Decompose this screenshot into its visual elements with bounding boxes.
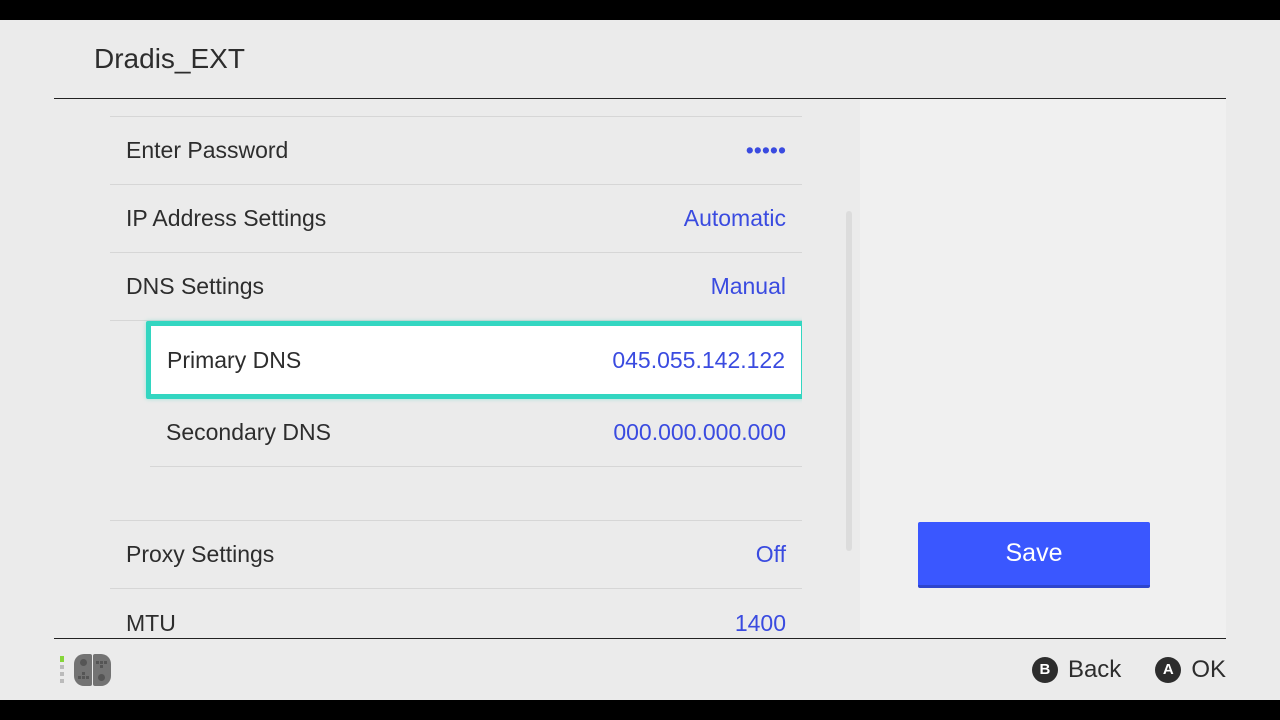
row-value: Manual xyxy=(711,273,786,300)
player-led-icon xyxy=(60,656,64,683)
save-button[interactable]: Save xyxy=(918,522,1150,588)
b-button-icon: B xyxy=(1032,657,1058,683)
footer-hints: B Back A OK xyxy=(1032,656,1226,684)
row-primary-dns[interactable]: Primary DNS 045.055.142.122 xyxy=(146,321,802,399)
row-dns-settings[interactable]: DNS Settings Manual xyxy=(110,253,802,321)
screen: Dradis_EXT Security WPA2-PSK (AES) Enter… xyxy=(0,20,1280,700)
page-title: Dradis_EXT xyxy=(94,43,245,75)
a-button-icon: A xyxy=(1155,657,1181,683)
controller-status xyxy=(60,654,111,686)
row-security[interactable]: Security WPA2-PSK (AES) xyxy=(110,99,802,117)
row-ip-address-settings[interactable]: IP Address Settings Automatic xyxy=(110,185,802,253)
settings-list[interactable]: Security WPA2-PSK (AES) Enter Password •… xyxy=(110,99,802,638)
row-value: 045.055.142.122 xyxy=(612,347,785,374)
settings-list-inner: Security WPA2-PSK (AES) Enter Password •… xyxy=(110,99,802,638)
row-proxy-settings[interactable]: Proxy Settings Off xyxy=(110,521,802,589)
hint-ok: A OK xyxy=(1155,656,1226,684)
side-pane: Save xyxy=(860,99,1226,638)
row-mtu[interactable]: MTU 1400 xyxy=(110,589,802,638)
row-label: Enter Password xyxy=(126,137,288,164)
footer: B Back A OK xyxy=(0,639,1280,700)
hint-back: B Back xyxy=(1032,656,1121,684)
row-value: Off xyxy=(756,541,786,568)
hint-label: Back xyxy=(1068,656,1121,684)
row-value: 1400 xyxy=(735,610,786,637)
row-value: 000.000.000.000 xyxy=(613,419,786,446)
main-area: Security WPA2-PSK (AES) Enter Password •… xyxy=(0,99,1280,638)
hint-label: OK xyxy=(1191,656,1226,684)
row-label: DNS Settings xyxy=(126,273,264,300)
console-bezel: Dradis_EXT Security WPA2-PSK (AES) Enter… xyxy=(0,0,1280,720)
row-label: Proxy Settings xyxy=(126,541,274,568)
row-label: IP Address Settings xyxy=(126,205,326,232)
row-value: Automatic xyxy=(684,205,786,232)
row-secondary-dns[interactable]: Secondary DNS 000.000.000.000 xyxy=(150,399,802,467)
row-label: Primary DNS xyxy=(167,347,301,374)
scrollbar[interactable] xyxy=(846,211,852,551)
controller-icon xyxy=(74,654,111,686)
row-label: MTU xyxy=(126,610,176,637)
header: Dradis_EXT xyxy=(0,20,1280,98)
spacer xyxy=(110,467,802,521)
row-value: ••••• xyxy=(746,137,786,164)
row-enter-password[interactable]: Enter Password ••••• xyxy=(110,117,802,185)
row-label: Secondary DNS xyxy=(166,419,331,446)
